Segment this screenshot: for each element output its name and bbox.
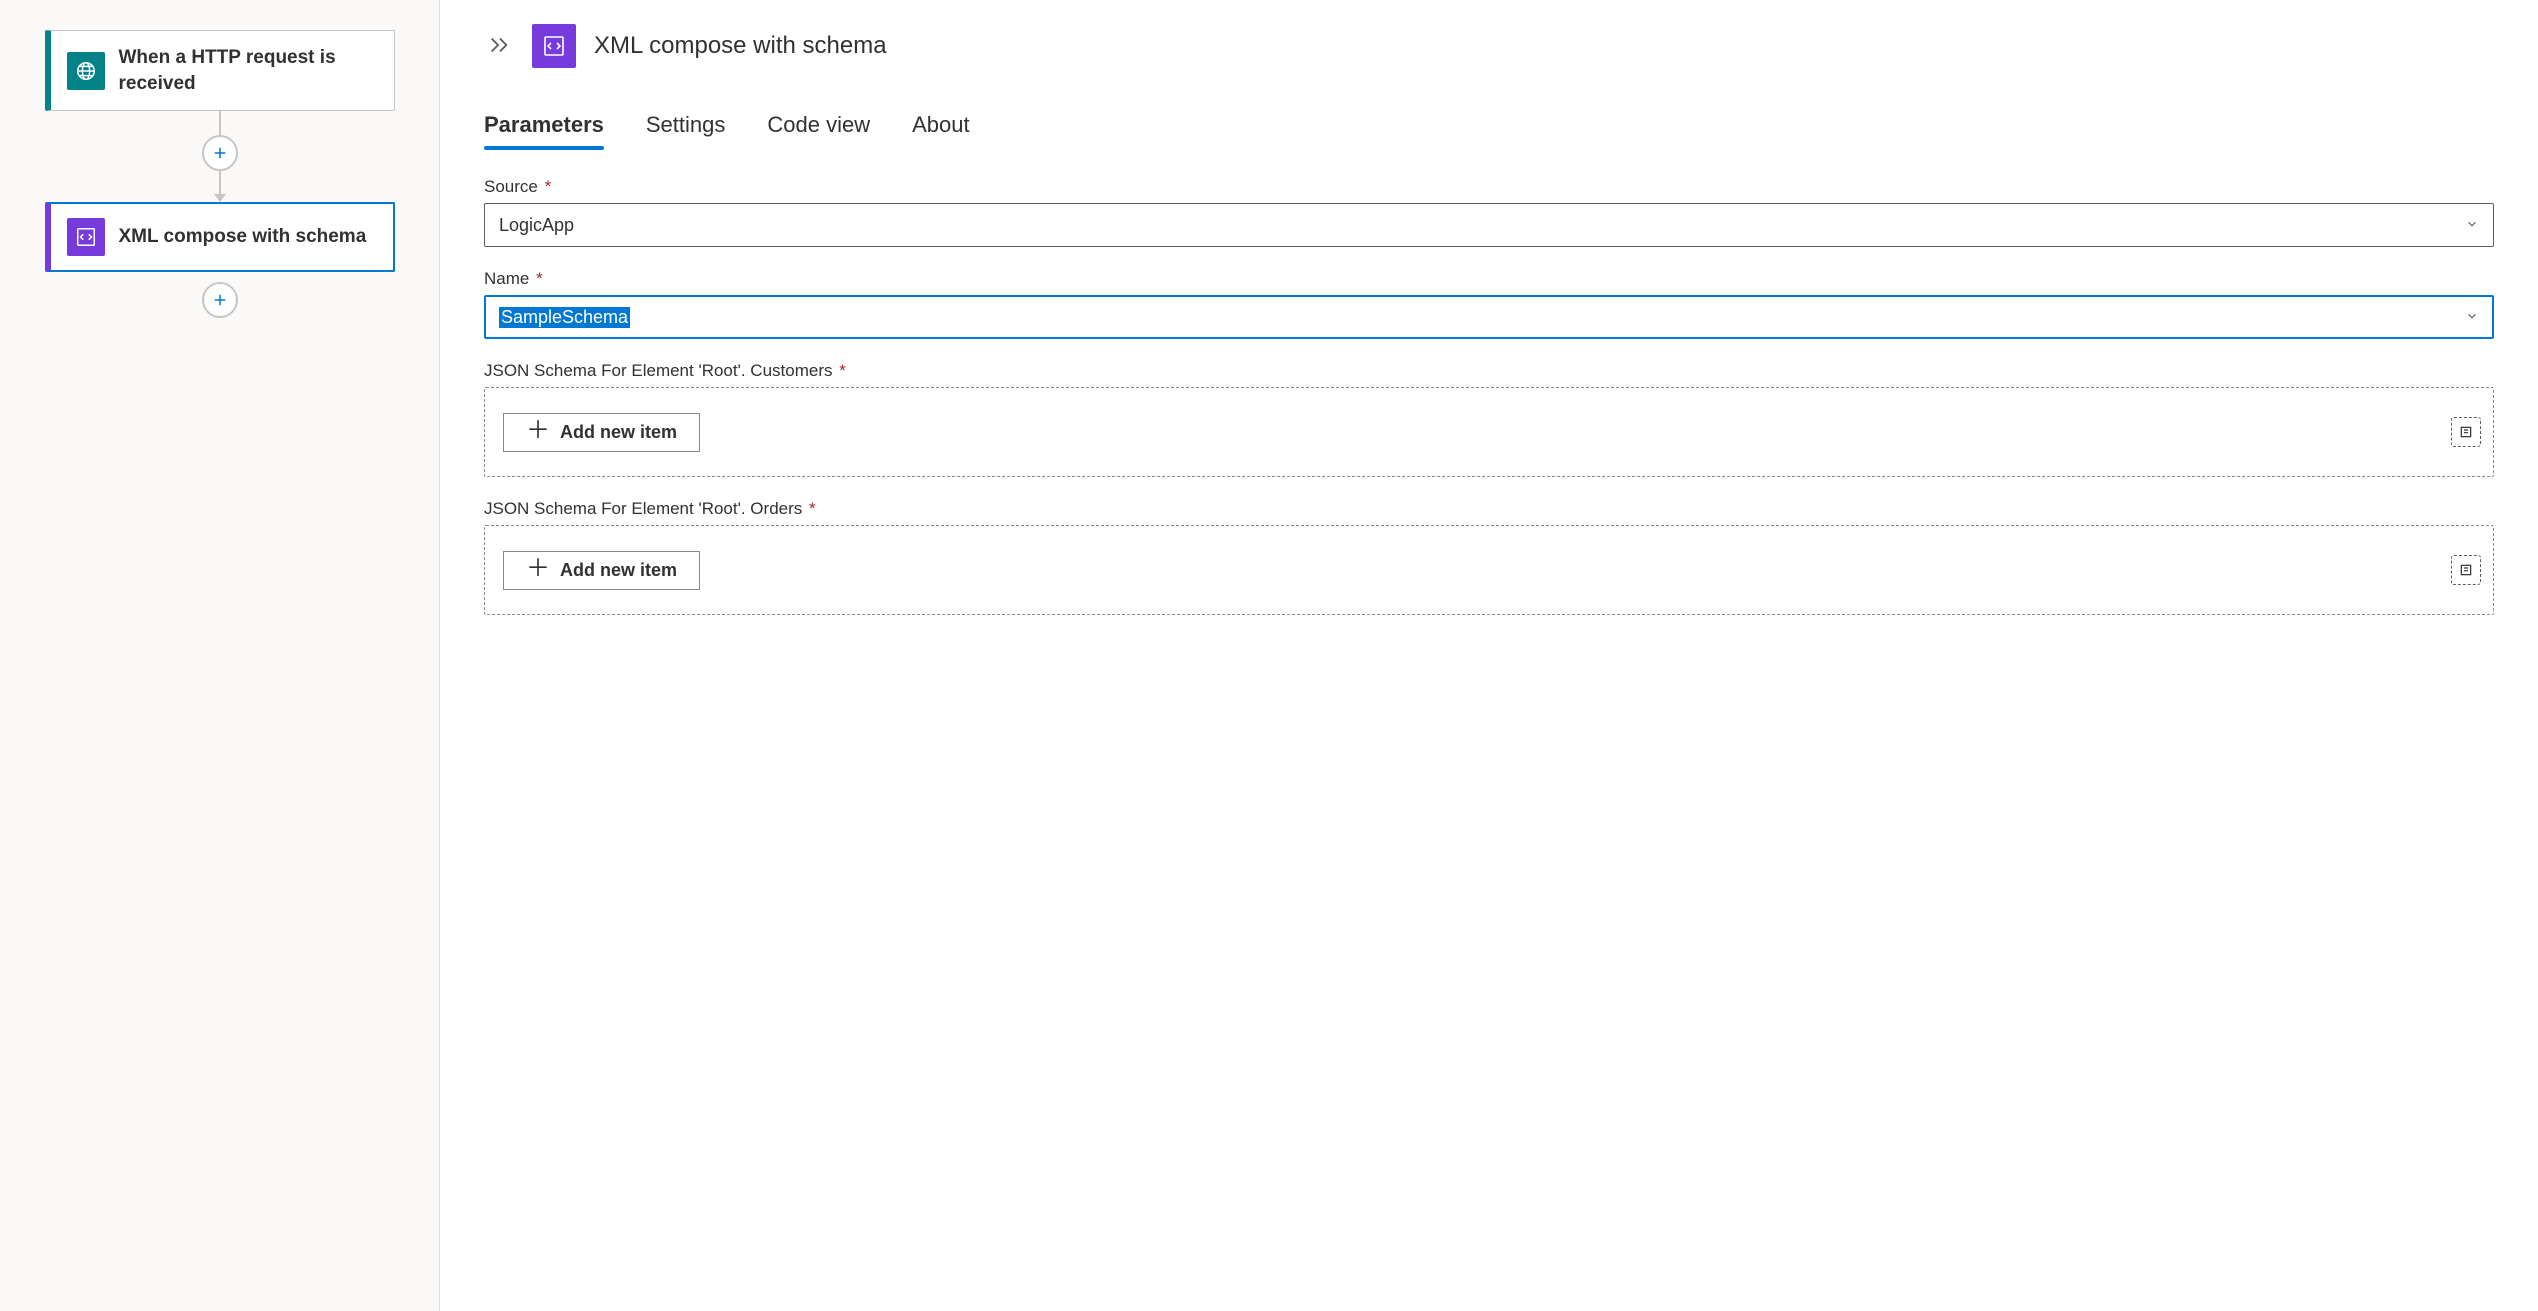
details-header: XML compose with schema [484,24,2494,68]
label-name: Name * [484,269,2494,289]
required-indicator: * [835,361,846,380]
dropdown-name[interactable]: SampleSchema [484,295,2494,339]
dropdown-source[interactable]: LogicApp [484,203,2494,247]
tab-code-view[interactable]: Code view [767,106,870,148]
node-trigger-title: When a HTTP request is received [119,45,378,96]
add-step-button-1[interactable] [202,135,238,171]
label-source: Source * [484,177,2494,197]
tab-about[interactable]: About [912,106,970,148]
tab-settings[interactable]: Settings [646,106,726,148]
connector-1 [200,111,240,202]
node-action-xml-compose[interactable]: XML compose with schema [45,202,395,272]
dropdown-source-value: LogicApp [499,215,574,236]
chevron-down-icon [2465,307,2479,328]
label-orders: JSON Schema For Element 'Root'. Orders * [484,499,2494,519]
add-item-button-customers[interactable]: ＋ Add new item [503,413,700,452]
tab-parameters[interactable]: Parameters [484,106,604,148]
details-tabs: Parameters Settings Code view About [484,106,2494,149]
listbox-customers: ＋ Add new item [484,387,2494,477]
dropdown-name-value: SampleSchema [499,307,630,328]
field-source: Source * LogicApp [484,177,2494,247]
node-trigger-http[interactable]: When a HTTP request is received [45,30,395,111]
details-title: XML compose with schema [594,32,887,60]
chevron-down-icon [2465,215,2479,236]
details-action-icon [532,24,576,68]
http-trigger-icon [67,52,105,90]
dynamic-content-button-orders[interactable] [2451,555,2481,585]
add-step-button-2[interactable] [202,282,238,318]
node-action-title: XML compose with schema [119,224,367,250]
field-name: Name * SampleSchema [484,269,2494,339]
field-orders: JSON Schema For Element 'Root'. Orders *… [484,499,2494,615]
label-customers: JSON Schema For Element 'Root'. Customer… [484,361,2494,381]
required-indicator: * [531,269,542,288]
required-indicator: * [804,499,815,518]
add-item-button-orders[interactable]: ＋ Add new item [503,551,700,590]
xml-compose-icon [67,218,105,256]
listbox-orders: ＋ Add new item [484,525,2494,615]
field-customers: JSON Schema For Element 'Root'. Customer… [484,361,2494,477]
required-indicator: * [540,177,551,196]
designer-canvas: When a HTTP request is received XML comp… [0,0,440,1311]
dynamic-content-button-customers[interactable] [2451,417,2481,447]
collapse-pane-button[interactable] [484,30,514,63]
details-pane: XML compose with schema Parameters Setti… [440,0,2538,1311]
